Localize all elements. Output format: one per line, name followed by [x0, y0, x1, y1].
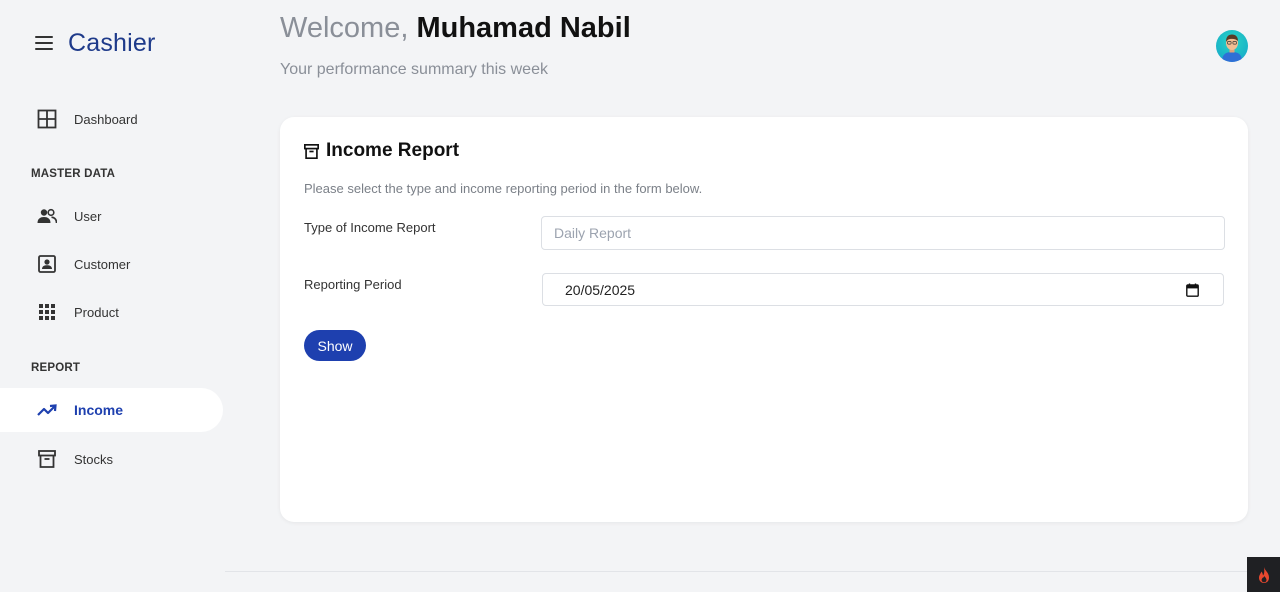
sidebar-item-customer[interactable]: Customer	[0, 242, 223, 286]
sidebar-item-stocks[interactable]: Stocks	[0, 437, 223, 481]
dashboard-grid-icon	[37, 109, 57, 129]
sidebar-item-label: Product	[74, 304, 119, 320]
user-name: Muhamad Nabil	[416, 12, 631, 44]
card-title-text: Income Report	[326, 140, 460, 161]
card-title: Income Report	[304, 140, 459, 162]
reporting-period-value: 20/05/2025	[565, 281, 636, 298]
report-type-placeholder: Daily Report	[554, 225, 632, 241]
sidebar-item-label: Stocks	[74, 451, 114, 467]
report-type-label: Type of Income Report	[304, 220, 436, 235]
card-description: Please select the type and income report…	[304, 181, 703, 196]
section-label-master-data: MASTER DATA	[31, 168, 116, 180]
app-title: Cashier	[68, 28, 156, 57]
sidebar-item-label: Customer	[74, 256, 131, 272]
section-label-report: REPORT	[31, 362, 81, 374]
contact-card-icon	[37, 254, 57, 274]
report-type-input[interactable]: Daily Report	[541, 216, 1225, 250]
hamburger-menu-icon[interactable]	[35, 36, 53, 50]
archive-box-icon	[304, 143, 319, 159]
welcome-prefix: Welcome,	[280, 12, 409, 44]
apps-grid-icon	[37, 302, 57, 322]
reporting-period-date-input[interactable]: 20/05/2025	[542, 273, 1224, 306]
user-avatar[interactable]	[1216, 30, 1248, 62]
brand: Cashier	[35, 28, 156, 58]
sidebar-item-dashboard[interactable]: Dashboard	[0, 97, 223, 141]
welcome-subtitle: Your performance summary this week	[280, 61, 548, 78]
sidebar-item-label: Income	[74, 402, 124, 418]
sidebar-item-label: User	[74, 208, 102, 224]
sidebar-item-user[interactable]: User	[0, 194, 223, 238]
archive-box-icon	[37, 449, 57, 469]
trending-up-icon	[37, 400, 57, 420]
sidebar-item-label: Dashboard	[74, 111, 138, 127]
debug-toolbar-flame-icon[interactable]	[1247, 557, 1280, 592]
show-button[interactable]: Show	[304, 330, 366, 361]
income-report-card: Income Report Please select the type and…	[280, 117, 1248, 522]
welcome-heading: Welcome, Muhamad Nabil	[280, 12, 631, 45]
footer-divider	[225, 571, 1280, 572]
users-icon	[37, 206, 57, 226]
reporting-period-label: Reporting Period	[304, 277, 402, 292]
sidebar: Cashier Dashboard MASTER DATA User Custo…	[0, 0, 225, 592]
calendar-icon[interactable]	[1186, 283, 1199, 297]
sidebar-item-income[interactable]: Income	[0, 388, 223, 432]
sidebar-item-product[interactable]: Product	[0, 290, 223, 334]
